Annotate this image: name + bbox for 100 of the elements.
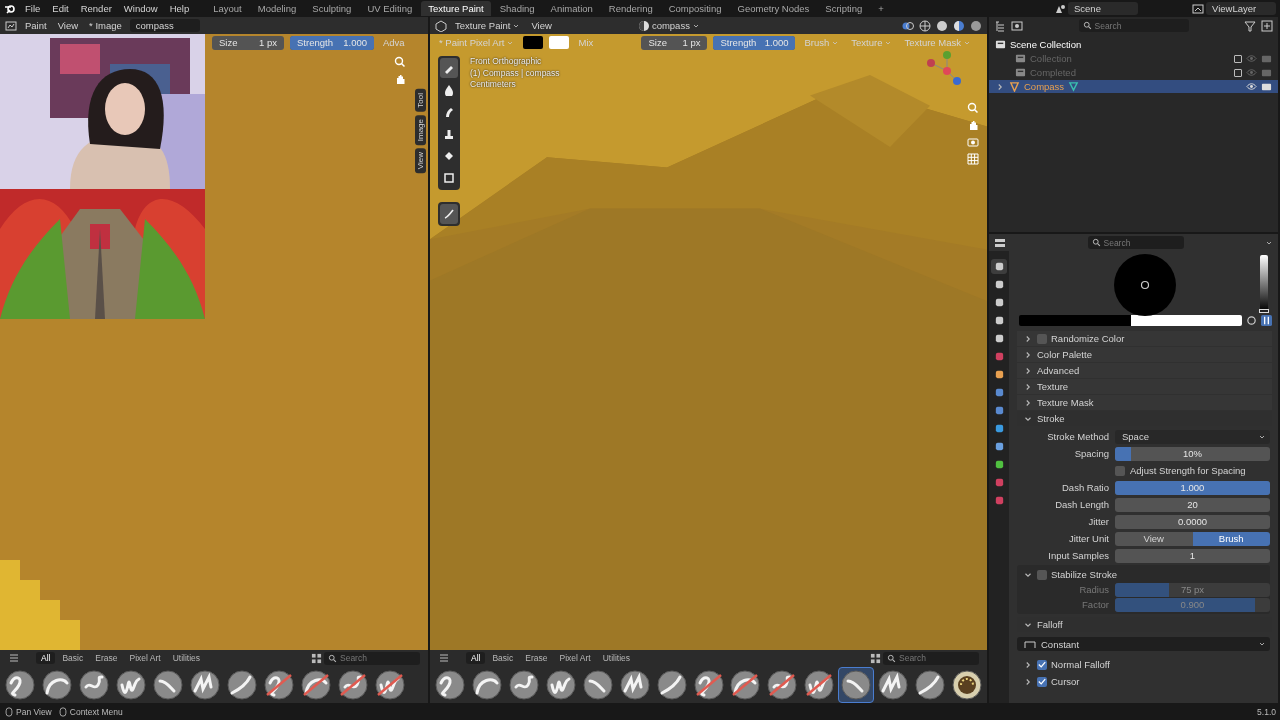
subpanel-header[interactable]: Normal Falloff <box>1017 657 1270 672</box>
slider[interactable]: 10% <box>1115 446 1270 461</box>
checkbox[interactable] <box>1115 465 1125 476</box>
color-swatch[interactable] <box>523 36 544 49</box>
search-field[interactable]: Search <box>883 651 979 665</box>
view-layer-field[interactable]: ViewLayer <box>1206 2 1276 15</box>
display-mode-icon[interactable] <box>1011 19 1023 32</box>
shelf-tab[interactable]: Basic <box>57 652 89 664</box>
workspace-tab[interactable]: Sculpting <box>305 1 359 16</box>
workspace-tab[interactable]: Animation <box>543 1 600 16</box>
drop-icon[interactable] <box>443 84 455 96</box>
workspace-tab[interactable]: UV Editing <box>360 1 420 16</box>
pressure-icon[interactable] <box>1261 315 1272 326</box>
menu-item[interactable]: File <box>20 2 46 15</box>
sidebar-tab[interactable]: Image <box>415 114 426 145</box>
filter-icon[interactable] <box>1244 19 1256 32</box>
toggle-option[interactable]: View <box>1115 531 1193 546</box>
hand-icon[interactable] <box>967 119 979 131</box>
workspace-tab[interactable]: Rendering <box>601 1 660 16</box>
camera-icon[interactable] <box>967 136 979 148</box>
mode-dropdown[interactable]: Texture Paint <box>452 19 524 32</box>
overlay-icon[interactable] <box>902 19 914 32</box>
number-field[interactable]: 20 <box>1115 497 1270 512</box>
stamp-icon[interactable] <box>443 128 455 140</box>
search-field[interactable]: Search <box>324 651 420 665</box>
slider[interactable]: 1.000 <box>1115 480 1270 495</box>
camera-icon[interactable] <box>1261 67 1272 78</box>
panel-header[interactable]: Advanced <box>1017 363 1272 378</box>
collection-name[interactable]: Scene Collection <box>1010 39 1082 50</box>
number-field[interactable]: 0.0000 <box>1115 514 1270 529</box>
search-field[interactable]: Search <box>1078 19 1189 32</box>
subpanel-header[interactable]: Cursor <box>1017 674 1270 689</box>
checkbox[interactable] <box>1037 333 1047 344</box>
slider-handle[interactable] <box>1259 309 1269 313</box>
eye-icon[interactable] <box>1246 81 1257 92</box>
checkbox[interactable] <box>1234 68 1242 77</box>
panel-header[interactable]: Texture Mask <box>1017 395 1272 410</box>
menu-item[interactable]: View <box>528 19 555 32</box>
rendered-shading-icon[interactable] <box>970 19 982 32</box>
menu-item[interactable]: View <box>54 19 82 32</box>
checkbox[interactable] <box>1037 676 1047 687</box>
solid-shading-icon[interactable] <box>936 19 948 32</box>
size-field[interactable]: Size 1 px <box>212 35 284 50</box>
workspace-tab[interactable]: Texture Paint <box>421 1 491 16</box>
workspace-tab[interactable]: Modeling <box>250 1 304 16</box>
shelf-tab[interactable]: Utilities <box>597 652 636 664</box>
menu-item[interactable]: Edit <box>47 2 74 15</box>
workspace-tab[interactable]: Geometry Nodes <box>730 1 817 16</box>
menu-icon[interactable] <box>438 652 450 664</box>
image-name-field[interactable]: compass <box>129 19 200 32</box>
shelf-tab[interactable]: Erase <box>520 652 553 664</box>
outliner-type-icon[interactable] <box>994 19 1006 32</box>
editor-type-icon[interactable] <box>5 19 17 32</box>
number-field[interactable]: 1 <box>1115 548 1270 563</box>
shelf-tab[interactable]: Utilities <box>167 652 206 664</box>
add-workspace-button[interactable]: + <box>871 1 891 16</box>
material-dropdown[interactable]: compass <box>634 18 703 33</box>
zoom-icon[interactable] <box>967 102 979 114</box>
workspace-tab[interactable]: Shading <box>492 1 542 16</box>
shelf-tab[interactable]: All <box>36 652 56 664</box>
menu-item[interactable]: * Image <box>86 19 125 32</box>
menu-item[interactable]: Help <box>164 2 195 15</box>
editor-type-icon[interactable] <box>435 19 447 32</box>
grid-view-icon[interactable] <box>870 652 881 664</box>
shelf-tab[interactable]: Pixel Art <box>124 652 166 664</box>
outliner-row[interactable]: Compass <box>989 80 1278 93</box>
value-slider[interactable] <box>1260 255 1268 311</box>
stroke-method-dropdown[interactable]: Space <box>1115 429 1270 444</box>
subpanel-header[interactable]: Stabilize Stroke <box>1017 567 1270 582</box>
panel-header[interactable]: Color Palette <box>1017 347 1272 362</box>
grid-icon[interactable] <box>967 153 979 165</box>
mode-dropdown[interactable]: Paint <box>22 19 50 32</box>
color-swatch[interactable] <box>549 36 570 49</box>
search-field[interactable]: Search <box>1087 236 1184 249</box>
scene-field[interactable]: Scene <box>1068 2 1138 15</box>
checkbox[interactable] <box>1037 569 1047 580</box>
view-layer-icon[interactable] <box>1192 2 1204 15</box>
color-swatch[interactable] <box>1130 315 1242 326</box>
toggle-option[interactable]: Brush <box>1192 531 1270 546</box>
checkbox[interactable] <box>1234 54 1242 63</box>
color-swatch[interactable] <box>1019 315 1131 326</box>
material-shading-icon[interactable] <box>953 19 965 32</box>
properties-type-icon[interactable] <box>994 236 1006 249</box>
color-wheel[interactable] <box>1112 253 1177 317</box>
sidebar-tab[interactable]: View <box>415 147 426 174</box>
shelf-tab[interactable]: Basic <box>487 652 519 664</box>
falloff-dropdown[interactable]: Constant <box>1017 637 1270 651</box>
workspace-tab[interactable]: Layout <box>206 1 249 16</box>
wireframe-shading-icon[interactable] <box>919 19 931 32</box>
scene-icon[interactable] <box>1054 2 1066 15</box>
shelf-tab[interactable]: Pixel Art <box>554 652 596 664</box>
workspace-tab[interactable]: Compositing <box>661 1 729 16</box>
panel-header[interactable]: Randomize Color <box>1017 331 1272 346</box>
zoom-icon[interactable] <box>394 56 406 68</box>
grid-view-icon[interactable] <box>311 652 322 664</box>
checkbox[interactable] <box>1037 659 1047 670</box>
workspace-tab[interactable]: Scripting <box>818 1 870 16</box>
smear-icon[interactable] <box>443 106 455 118</box>
shelf-tab[interactable]: Erase <box>90 652 123 664</box>
hand-icon[interactable] <box>394 73 406 85</box>
